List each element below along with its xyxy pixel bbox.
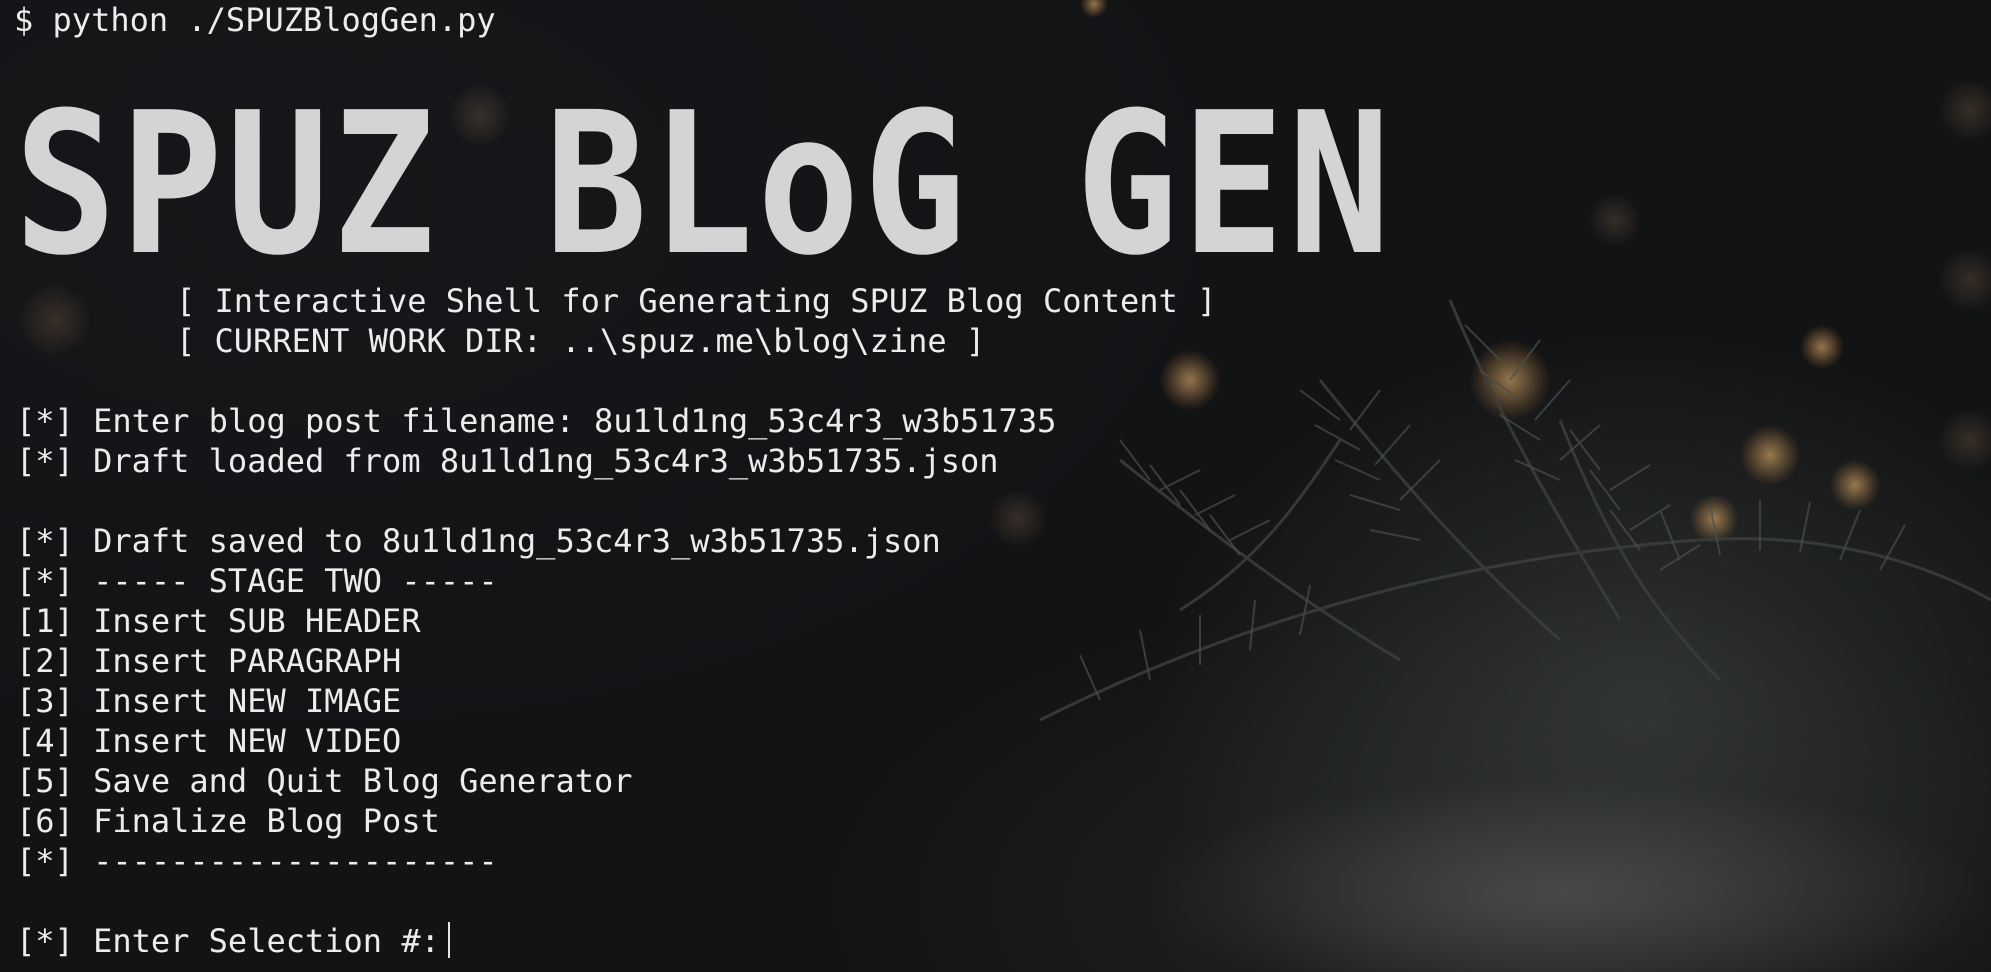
bokeh-light — [20, 285, 90, 355]
bokeh-light — [1830, 460, 1880, 510]
filename-prompt-line: [*] Enter blog post filename: 8u1ld1ng_5… — [16, 402, 1057, 440]
logo-text: SPUZ BLoG GEN — [14, 72, 1394, 282]
bokeh-light — [1740, 425, 1800, 485]
bokeh-light — [1940, 250, 1991, 310]
menu-item-insert-paragraph: [2] Insert PARAGRAPH — [16, 642, 402, 680]
menu-item-finalize-blog-post: [6] Finalize Blog Post — [16, 802, 440, 840]
bokeh-light — [1940, 410, 1991, 470]
selection-prompt: [*] Enter Selection #: — [16, 922, 440, 960]
bokeh-light — [1940, 80, 1991, 140]
bokeh-light — [1470, 340, 1550, 420]
selection-input-line[interactable]: [*] Enter Selection #: — [16, 921, 450, 961]
bokeh-light — [1690, 495, 1738, 543]
ascii-logo: SPUZ BLoG GEN — [14, 72, 1394, 282]
draft-saved-line: [*] Draft saved to 8u1ld1ng_53c4r3_w3b51… — [16, 522, 941, 560]
snow-ground — [1140, 780, 1991, 972]
bokeh-light — [1160, 350, 1220, 410]
bokeh-light — [990, 490, 1046, 546]
draft-loaded-line: [*] Draft loaded from 8u1ld1ng_53c4r3_w3… — [16, 442, 999, 480]
stage-header-line: [*] ----- STAGE TWO ----- — [16, 562, 498, 600]
bokeh-light — [1800, 325, 1844, 369]
menu-item-insert-new-video: [4] Insert NEW VIDEO — [16, 722, 402, 760]
subtitle-line-2: [ CURRENT WORK DIR: ..\spuz.me\blog\zine… — [176, 322, 986, 360]
menu-item-save-and-quit: [5] Save and Quit Blog Generator — [16, 762, 633, 800]
bokeh-light — [1590, 195, 1640, 245]
subtitle-line-1: [ Interactive Shell for Generating SPUZ … — [176, 282, 1217, 320]
menu-item-insert-new-image: [3] Insert NEW IMAGE — [16, 682, 402, 720]
command-line: $ python ./SPUZBlogGen.py — [14, 1, 496, 39]
terminal-window[interactable]: $ python ./SPUZBlogGen.py SPUZ BLoG GEN … — [0, 0, 1991, 972]
text-cursor[interactable] — [447, 922, 450, 958]
bokeh-light — [1080, 0, 1108, 18]
menu-item-insert-sub-header: [1] Insert SUB HEADER — [16, 602, 421, 640]
menu-footer-line: [*] --------------------- — [16, 842, 498, 880]
